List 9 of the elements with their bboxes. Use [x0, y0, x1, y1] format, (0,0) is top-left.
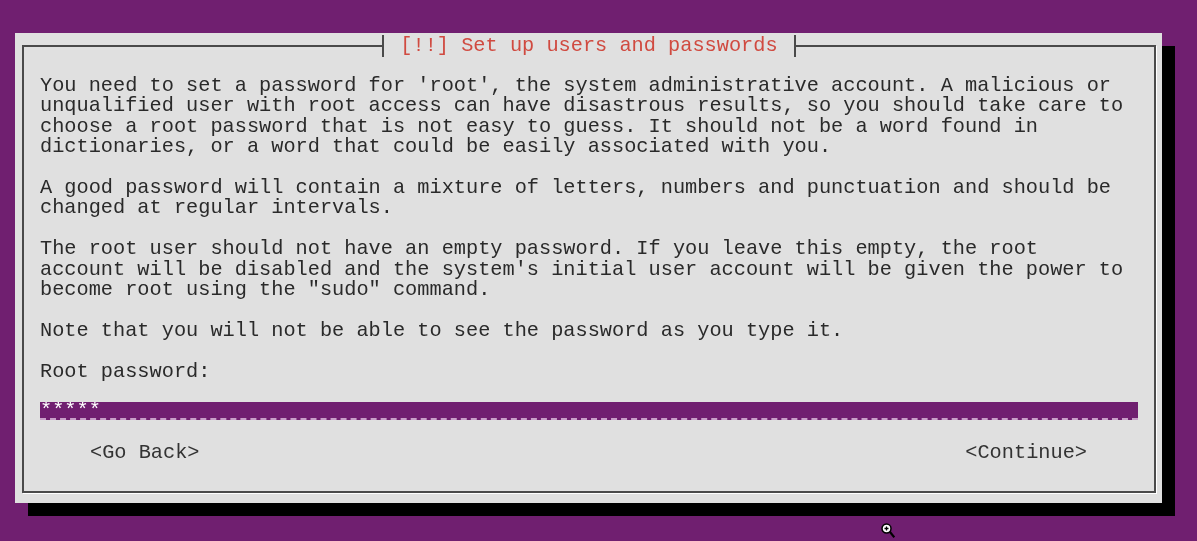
- dialog-paragraph: You need to set a password for 'root', the system administrative account. A malicious or unqualified user with root access can have disastrous results, so you should take care to choose a root password that is not easy to guess. It should not be a word found in dictionaries, or a word that could be easily associated with you.: [40, 76, 1124, 158]
- dialog-paragraph: The root user should not have an empty password. If you leave this empty, the root account will be disabled and the system's initial user account will be given the power to become root using the "sudo" command.: [40, 239, 1124, 301]
- dialog-title: [!!] Set up users and passwords: [382, 35, 796, 57]
- field-label: Root password:: [40, 361, 212, 383]
- continue-button[interactable]: <Continue>: [965, 442, 1087, 465]
- dialog-paragraph: A good password will contain a mixture of letters, numbers and punctuation and should be changed at regular intervals.: [40, 178, 1113, 219]
- dialog-paragraph: Note that you will not be able to see the password as you type it.: [40, 320, 845, 342]
- zoom-cursor-icon: [881, 523, 895, 539]
- go-back-button[interactable]: <Go Back>: [90, 442, 200, 465]
